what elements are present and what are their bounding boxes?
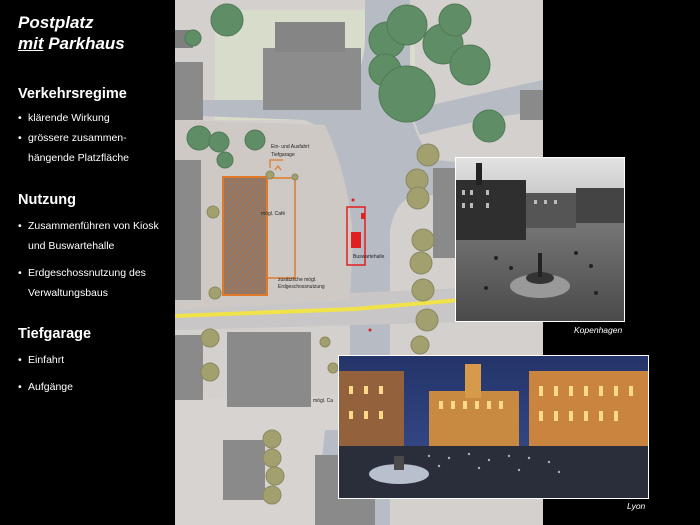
bullet-text-cont: und Buswartehalle (28, 240, 115, 252)
label-garage-entry: Ein- und Ausfahrt (271, 144, 310, 150)
bullet-aufgaenge: • Aufgänge (18, 381, 73, 393)
bullet-text: klärende Wirkung (28, 112, 110, 124)
label-bus: Buswartehalle (353, 254, 385, 260)
kopenhagen-image (456, 158, 624, 321)
bullet-text: Zusammenführen von Kiosk (28, 220, 159, 232)
title-line-2-underlined: mit (18, 34, 44, 53)
title-line-1: Postplatz (18, 13, 94, 32)
bullet-text: grössere zusammen- (28, 132, 127, 144)
label-extra-2: Erdgeschossnutzung (278, 284, 325, 290)
label-cafe: mögl. Café (261, 211, 285, 217)
bullet-text: Einfahrt (28, 354, 65, 366)
title-line-2-rest: Parkhaus (43, 34, 125, 53)
sidebar: Postplatz mit Parkhaus Verkehrsregime • k… (0, 0, 175, 525)
caption-kopenhagen: Kopenhagen (574, 325, 623, 335)
bullet-text: Aufgänge (28, 381, 73, 393)
caption-lyon: Lyon (627, 501, 646, 511)
bullet-klaerende-wirkung: • klärende Wirkung (18, 112, 110, 124)
slide-title: Postplatz mit Parkhaus (18, 12, 125, 54)
bullet-text: Erdgeschossnutzung des (28, 267, 146, 279)
bullet-erdgeschoss: • Erdgeschossnutzung des Verwaltungsbaus (18, 263, 168, 303)
label-cafe-2: mögl. Ca (313, 398, 333, 404)
heading-nutzung: Nutzung (18, 192, 76, 208)
bullet-kiosk: • Zusammenführen von Kiosk und Buswarteha… (18, 216, 168, 256)
label-garage-entry-2: Tiefgarage (271, 152, 295, 158)
label-extra: zusätzliche mögl. (278, 277, 316, 283)
bullet-text-cont: hängende Platzfläche (28, 152, 129, 164)
heading-tiefgarage: Tiefgarage (18, 326, 92, 342)
bullet-einfahrt: • Einfahrt (18, 354, 65, 366)
bullet-platzflaeche: • grössere zusammen- hängende Platzfläche (18, 128, 168, 168)
building (263, 48, 361, 110)
heading-verkehrsregime: Verkehrsregime (18, 86, 127, 102)
photo-lyon (338, 355, 649, 499)
lyon-image (339, 356, 648, 498)
photo-kopenhagen (455, 157, 625, 322)
bullet-text-cont: Verwaltungsbaus (28, 287, 108, 299)
